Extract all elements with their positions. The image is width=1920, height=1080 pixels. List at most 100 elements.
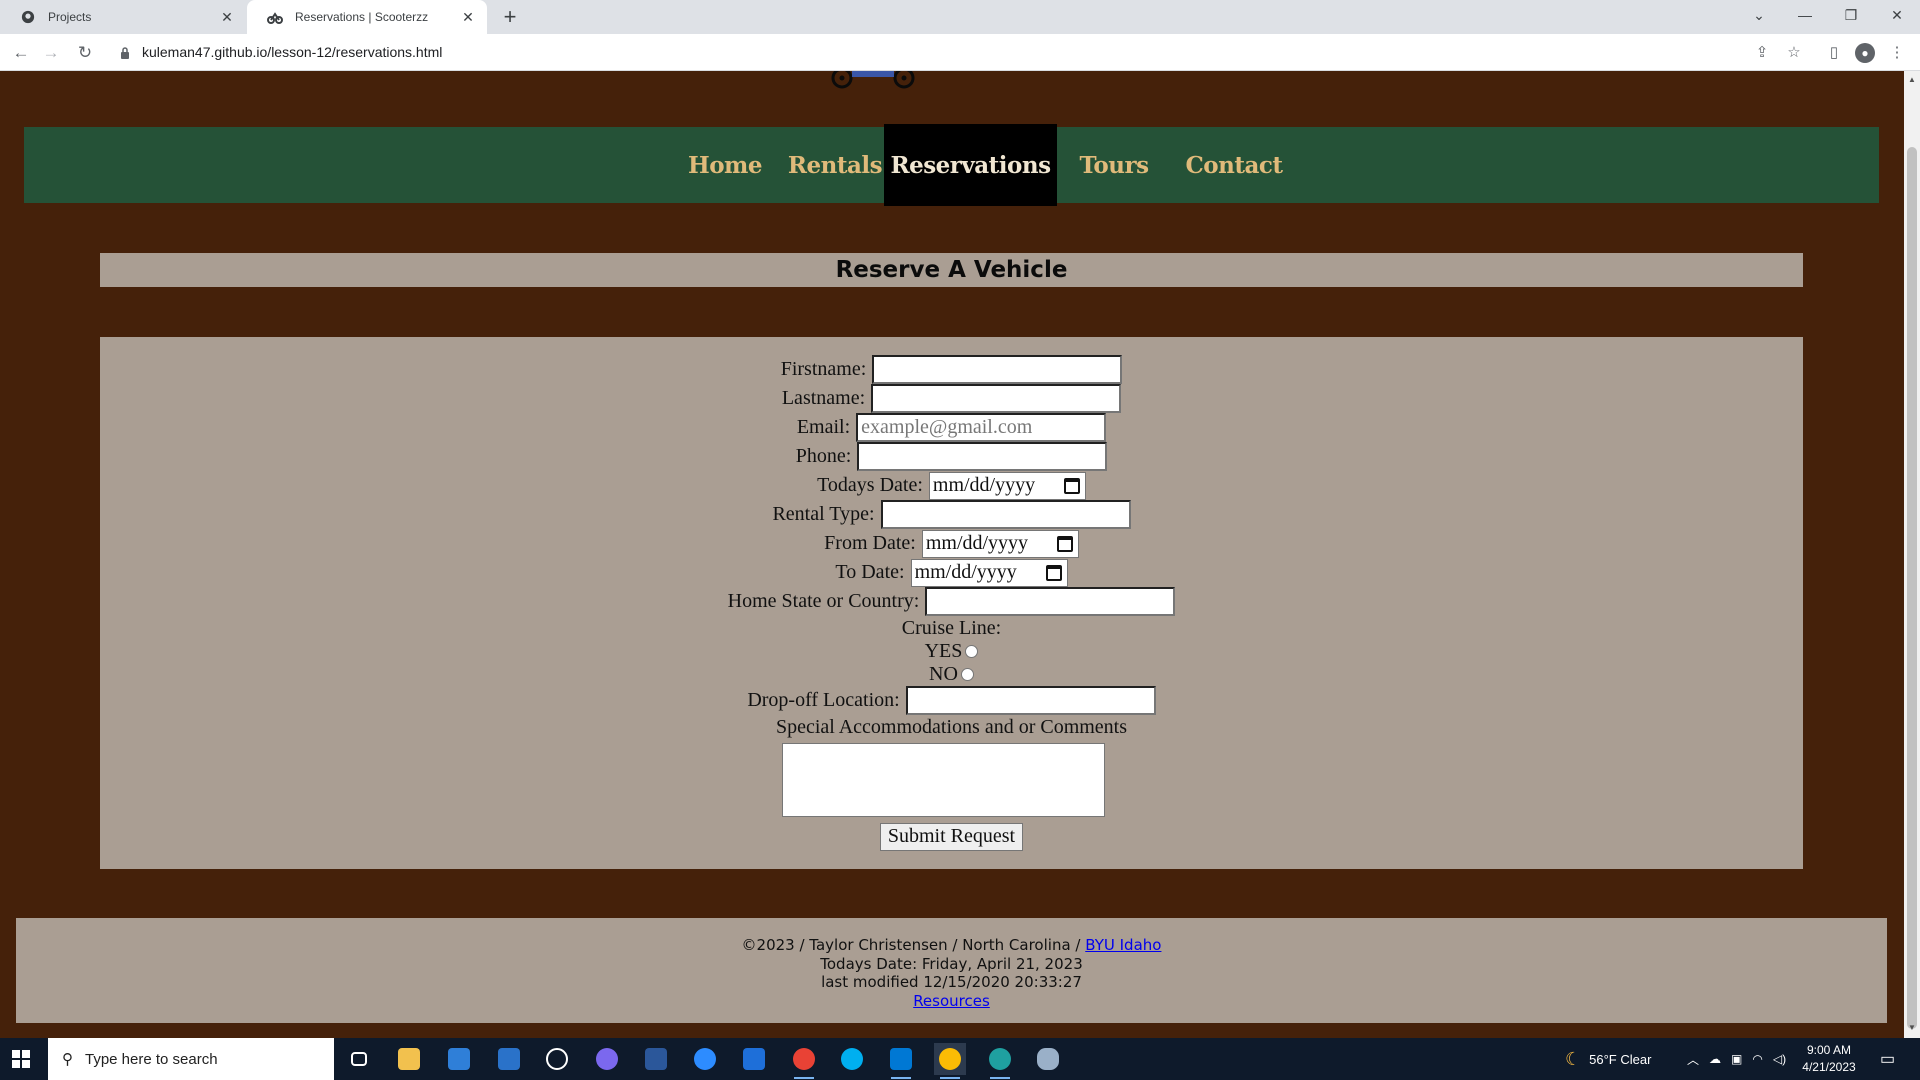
from-date-row: From Date: mm/dd/yyyy (100, 529, 1803, 558)
cruise-no-row: NO (100, 663, 1803, 686)
comments-textarea[interactable] (782, 742, 1105, 817)
search-icon: ⚲ (62, 1051, 73, 1068)
submit-request-button[interactable]: Submit Request (879, 822, 1024, 851)
volume-icon[interactable]: ◁) (1773, 1052, 1786, 1066)
comments-label: Special Accommodations and or Comments (775, 715, 1128, 738)
lock-icon[interactable] (120, 46, 130, 64)
notifications-icon[interactable]: ▭ (1880, 1038, 1895, 1080)
microsoft-store-icon[interactable] (443, 1043, 475, 1075)
parrot-app-icon[interactable] (1032, 1043, 1064, 1075)
menu-kebab-icon[interactable]: ⋮ (1887, 43, 1907, 63)
taskbar-clock[interactable]: 9:00 AM 4/21/2023 (1793, 1042, 1865, 1076)
comments-label-row: Special Accommodations and or Comments (100, 715, 1803, 739)
nav-home[interactable]: Home (672, 127, 778, 203)
calendar-icon[interactable] (1045, 564, 1062, 581)
media-app-icon[interactable] (591, 1043, 623, 1075)
close-tab-icon[interactable]: ✕ (218, 8, 236, 26)
windows-start-icon[interactable] (12, 1050, 30, 1068)
page-viewport: Home Rentals Reservations Tours Contact … (0, 71, 1904, 1038)
chrome-icon[interactable] (788, 1043, 820, 1079)
todays-date-label: Todays Date: (817, 474, 923, 496)
page-scrollbar[interactable]: ▲ ▼ (1904, 71, 1920, 1038)
tab-search-icon[interactable]: ⌄ (1736, 0, 1782, 30)
from-date-label: From Date: (824, 532, 916, 554)
profile-avatar-icon[interactable]: ● (1855, 43, 1875, 63)
calendar-icon[interactable] (1056, 535, 1073, 552)
submit-row: Submit Request (100, 822, 1803, 851)
to-date-label: To Date: (835, 561, 905, 583)
scrollbar-thumb[interactable] (1907, 147, 1917, 1029)
vscode-icon[interactable] (885, 1043, 917, 1079)
todays-date-row: Todays Date: mm/dd/yyyy (100, 471, 1803, 500)
weather-widget[interactable]: ☾ 56°F Clear (1565, 1038, 1651, 1080)
bookmark-star-icon[interactable]: ☆ (1784, 43, 1804, 63)
minimize-icon[interactable]: — (1782, 0, 1828, 30)
edge-icon[interactable] (984, 1043, 1016, 1079)
task-view-icon[interactable] (343, 1043, 375, 1075)
to-date-input[interactable]: mm/dd/yyyy (910, 558, 1068, 587)
email-label: Email: (796, 416, 851, 438)
scooter-favicon-icon (267, 9, 283, 25)
to-date-row: To Date: mm/dd/yyyy (100, 558, 1803, 587)
new-tab-icon[interactable]: + (498, 5, 522, 29)
cruise-yes-radio[interactable] (965, 645, 979, 658)
share-icon[interactable]: ⇪ (1752, 43, 1772, 63)
reload-icon[interactable]: ↻ (74, 42, 96, 64)
remote-desktop-icon[interactable] (738, 1043, 770, 1075)
nav-contact[interactable]: Contact (1171, 127, 1297, 203)
taskbar-search-box[interactable]: ⚲ Type here to search (48, 1038, 334, 1080)
calendar-icon[interactable] (1063, 477, 1080, 494)
scroll-up-icon[interactable]: ▲ (1908, 75, 1916, 84)
email-row: Email: example@gmail.com (100, 413, 1803, 442)
lastname-input[interactable] (871, 384, 1122, 413)
close-window-icon[interactable]: ✕ (1874, 0, 1920, 30)
rental-type-row: Rental Type: (100, 500, 1803, 529)
meet-now-icon[interactable]: ▣ (1731, 1052, 1742, 1066)
home-state-input[interactable] (925, 587, 1176, 616)
rental-type-input[interactable] (880, 500, 1131, 529)
resources-link[interactable]: Resources (913, 992, 990, 1010)
from-date-input[interactable]: mm/dd/yyyy (921, 529, 1079, 558)
github-icon (20, 9, 36, 25)
email-input[interactable]: example@gmail.com (856, 413, 1107, 442)
todays-date-input[interactable]: mm/dd/yyyy (928, 471, 1086, 500)
restore-icon[interactable]: ❐ (1828, 0, 1874, 30)
dell-icon[interactable] (541, 1043, 573, 1075)
scroll-down-icon[interactable]: ▼ (1908, 1023, 1916, 1032)
byu-idaho-link[interactable]: BYU Idaho (1085, 936, 1161, 954)
address-bar[interactable]: kuleman47.github.io/lesson-12/reservatio… (142, 44, 442, 60)
date-placeholder: mm/dd/yyyy (925, 532, 1029, 554)
back-icon[interactable]: ← (10, 42, 32, 64)
dropoff-input[interactable] (905, 686, 1156, 715)
tab-projects[interactable]: Projects ✕ (0, 0, 246, 34)
skype-icon[interactable] (836, 1043, 868, 1075)
onedrive-icon[interactable]: ☁ (1709, 1052, 1721, 1066)
chrome-active-icon[interactable] (934, 1043, 966, 1079)
word-icon[interactable] (640, 1043, 672, 1075)
phone-input[interactable] (857, 442, 1108, 471)
main-navigation: Home Rentals Reservations Tours Contact (24, 124, 1879, 206)
zoom-icon[interactable] (689, 1043, 721, 1075)
side-panel-icon[interactable]: ▯ (1824, 43, 1844, 63)
page-title: Reserve A Vehicle (100, 253, 1803, 287)
close-tab-icon[interactable]: ✕ (459, 8, 477, 26)
forward-icon[interactable]: → (40, 42, 62, 64)
scooter-logo-icon (822, 71, 922, 91)
home-state-label: Home State or Country: (727, 590, 920, 612)
browser-tab-strip: Projects ✕ Reservations | Scooterzz ✕ + … (0, 0, 1920, 34)
nav-reservations[interactable]: Reservations (884, 124, 1057, 206)
clock-date: 4/21/2023 (1802, 1060, 1856, 1074)
cruise-no-radio[interactable] (960, 668, 974, 681)
file-explorer-icon[interactable] (393, 1043, 425, 1075)
wifi-icon[interactable]: ◠ (1752, 1052, 1762, 1066)
system-tray: ︿ ☁ ▣ ◠ ◁) (1687, 1038, 1786, 1080)
firstname-input[interactable] (872, 355, 1123, 384)
tab-title: Projects (48, 10, 92, 24)
tab-reservations[interactable]: Reservations | Scooterzz ✕ (247, 0, 487, 34)
home-state-row: Home State or Country: (100, 587, 1803, 616)
tab-title: Reservations | Scooterzz (295, 10, 429, 24)
chevron-up-icon[interactable]: ︿ (1687, 1051, 1699, 1068)
nav-rentals[interactable]: Rentals (778, 127, 892, 203)
nav-tours[interactable]: Tours (1057, 127, 1171, 203)
mail-icon[interactable] (493, 1043, 525, 1075)
